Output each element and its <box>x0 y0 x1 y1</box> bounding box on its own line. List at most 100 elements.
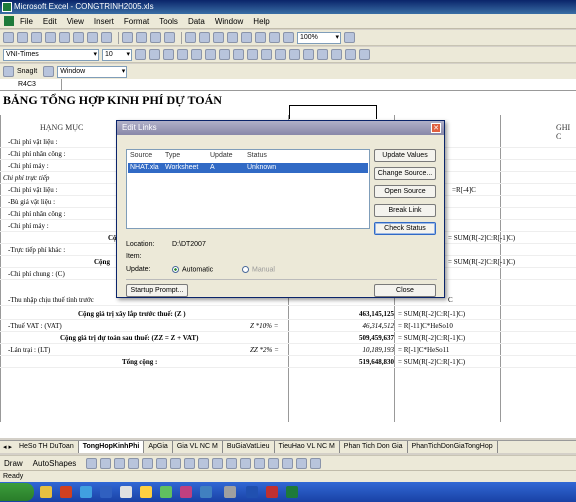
app-icon[interactable] <box>160 486 172 498</box>
app-icon[interactable] <box>180 486 192 498</box>
spelling-icon[interactable] <box>101 32 112 43</box>
menu-help[interactable]: Help <box>253 17 269 26</box>
column-header-source[interactable]: Source <box>130 152 152 159</box>
app-icon[interactable] <box>120 486 132 498</box>
browser-icon[interactable] <box>60 486 72 498</box>
sheet-title[interactable]: BẢNG TỔNG HỢP KINH PHÍ DỰ TOÁN <box>3 93 222 108</box>
manual-radio[interactable]: Manual <box>242 266 275 273</box>
column-header-update[interactable]: Update <box>210 152 233 159</box>
messenger-icon[interactable] <box>80 486 92 498</box>
word-icon[interactable] <box>246 486 258 498</box>
align-center-icon[interactable] <box>191 49 202 60</box>
copy-icon[interactable] <box>136 32 147 43</box>
menu-window[interactable]: Window <box>215 17 243 26</box>
startup-prompt-button[interactable]: Startup Prompt... <box>126 284 188 297</box>
menu-data[interactable]: Data <box>188 17 205 26</box>
chart-wizard-icon[interactable] <box>269 32 280 43</box>
arrow-icon[interactable] <box>100 457 112 469</box>
break-link-button[interactable]: Break Link <box>374 204 436 217</box>
redo-icon[interactable] <box>199 32 210 43</box>
undo-icon[interactable] <box>185 32 196 43</box>
autoshapes-menu[interactable]: AutoShapes <box>33 459 77 468</box>
format-painter-icon[interactable] <box>164 32 175 43</box>
diagram-icon[interactable] <box>170 457 182 469</box>
picture-icon[interactable] <box>198 457 210 469</box>
draw-menu[interactable]: Draw <box>4 459 23 468</box>
table-row[interactable]: Tổng cộng : 519,648,830 = SUM(R[-2]C:R[-… <box>0 356 576 368</box>
table-row[interactable]: -Thuế VAT : (VAT) Z *10% = 46,314,512 = … <box>0 320 576 332</box>
workbook-icon[interactable] <box>4 16 14 26</box>
column-header-type[interactable]: Type <box>165 152 180 159</box>
increase-decimal-icon[interactable] <box>275 49 286 60</box>
tab-phantichdongiatonghop[interactable]: PhanTichDonGiaTongHop <box>408 441 498 453</box>
update-values-button[interactable]: Update Values <box>374 149 436 162</box>
app-icon[interactable] <box>140 486 152 498</box>
check-status-button[interactable]: Check Status <box>374 222 436 235</box>
change-source-button[interactable]: Change Source... <box>374 167 436 180</box>
print-preview-icon[interactable] <box>87 32 98 43</box>
line-color-icon[interactable] <box>226 457 238 469</box>
open-icon[interactable] <box>17 32 28 43</box>
tab-bugiavatlieu[interactable]: BuGiaVatLieu <box>223 441 275 453</box>
app-icon[interactable] <box>100 486 112 498</box>
app-icon[interactable] <box>224 486 236 498</box>
line-icon[interactable] <box>86 457 98 469</box>
column-header-hangmuc[interactable]: HẠNG MỤC <box>40 123 83 132</box>
app-icon[interactable] <box>266 486 278 498</box>
font-size-select[interactable]: 10 <box>102 48 132 61</box>
bold-icon[interactable] <box>135 49 146 60</box>
autosum-icon[interactable] <box>227 32 238 43</box>
snagit-window-select[interactable]: Window <box>57 65 128 78</box>
tab-heso-th-dutoan[interactable]: HeSo TH DuToan <box>15 441 79 453</box>
snagit-capture-icon[interactable] <box>43 66 55 77</box>
menu-insert[interactable]: Insert <box>94 17 114 26</box>
fill-color-icon[interactable] <box>345 49 356 60</box>
table-row[interactable]: Cộng giá trị dự toán sau thuế: (ZZ = Z +… <box>0 332 576 344</box>
menu-file[interactable]: File <box>20 17 33 26</box>
snagit-label[interactable]: SnagIt <box>17 68 37 75</box>
rectangle-icon[interactable] <box>114 457 126 469</box>
align-right-icon[interactable] <box>205 49 216 60</box>
column-header-status[interactable]: Status <box>247 152 267 159</box>
drawing-icon[interactable] <box>283 32 294 43</box>
font-color-icon[interactable] <box>240 457 252 469</box>
underline-icon[interactable] <box>163 49 174 60</box>
decrease-indent-icon[interactable] <box>303 49 314 60</box>
font-color-icon[interactable] <box>359 49 370 60</box>
shadow-icon[interactable] <box>296 457 308 469</box>
menu-view[interactable]: View <box>67 17 84 26</box>
table-row[interactable]: -Lán trại : (LT) ZZ *2% = 10,189,193 = R… <box>0 344 576 356</box>
dash-style-icon[interactable] <box>268 457 280 469</box>
comma-icon[interactable] <box>261 49 272 60</box>
links-list[interactable]: Source Type Update Status NHAT.xla Works… <box>126 149 370 229</box>
permission-icon[interactable] <box>45 32 56 43</box>
font-name-select[interactable]: VNI-Times <box>3 48 99 61</box>
tab-tonghopkinhphi[interactable]: TongHopKinhPhi <box>78 441 145 453</box>
clipart-icon[interactable] <box>184 457 196 469</box>
tab-phan-tich-don-gia[interactable]: Phan Tich Don Gia <box>340 441 408 453</box>
menu-tools[interactable]: Tools <box>159 17 178 26</box>
open-source-button[interactable]: Open Source <box>374 185 436 198</box>
decrease-decimal-icon[interactable] <box>289 49 300 60</box>
tab-gia-vl-nc-m[interactable]: Gia VL NC M <box>173 441 223 453</box>
borders-icon[interactable] <box>331 49 342 60</box>
percent-icon[interactable] <box>247 49 258 60</box>
save-icon[interactable] <box>31 32 42 43</box>
name-box[interactable]: R4C3 <box>0 79 62 91</box>
table-row[interactable]: Cộng giá trị xây lắp trước thuế: (Z ) 46… <box>0 308 576 320</box>
textbox-icon[interactable] <box>142 457 154 469</box>
wordart-icon[interactable] <box>156 457 168 469</box>
sort-asc-icon[interactable] <box>241 32 252 43</box>
tab-tieuhao-vl-nc-m[interactable]: TieuHao VL NC M <box>275 441 340 453</box>
hyperlink-icon[interactable] <box>213 32 224 43</box>
line-style-icon[interactable] <box>254 457 266 469</box>
merge-center-icon[interactable] <box>219 49 230 60</box>
close-button[interactable]: Close <box>374 284 436 297</box>
tab-apgia[interactable]: ApGia <box>144 441 173 453</box>
arrow-style-icon[interactable] <box>282 457 294 469</box>
cut-icon[interactable] <box>122 32 133 43</box>
align-left-icon[interactable] <box>177 49 188 60</box>
start-button[interactable] <box>0 483 34 501</box>
email-icon[interactable] <box>59 32 70 43</box>
snagit-icon[interactable] <box>3 66 14 77</box>
